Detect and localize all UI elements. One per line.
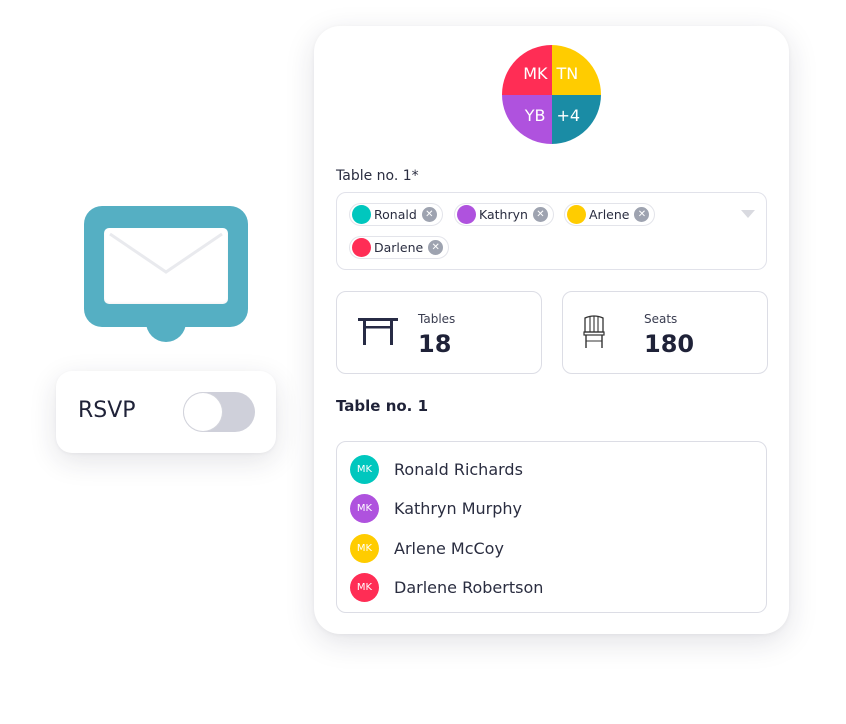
guest-list: MK Ronald Richards MK Kathryn Murphy MK … (336, 441, 767, 613)
chip-color-dot (352, 205, 371, 224)
guest-name: Darlene Robertson (394, 577, 544, 597)
avatar-group[interactable]: MK TN YB +4 (502, 45, 601, 144)
rsvp-label: RSVP (78, 398, 136, 423)
tables-count: 18 (418, 330, 452, 358)
chip-color-dot (352, 238, 371, 257)
guest-list-item[interactable]: MK Darlene Robertson (350, 572, 543, 602)
avatar-segment: YB (502, 94, 552, 144)
guest-chip: Kathryn ✕ (454, 203, 554, 226)
table-select-label: Table no. 1* (336, 168, 419, 184)
guest-chip: Arlene ✕ (564, 203, 656, 226)
rsvp-card: RSVP (56, 371, 276, 453)
seating-card: MK TN YB +4 Table no. 1* Ronald ✕ Kathry… (314, 26, 789, 634)
guest-avatar: MK (350, 454, 379, 484)
remove-chip-icon[interactable]: ✕ (428, 240, 444, 255)
chevron-down-icon[interactable] (741, 210, 755, 218)
chair-icon (583, 315, 605, 348)
guest-chip: Darlene ✕ (349, 236, 450, 259)
guest-list-item[interactable]: MK Arlene McCoy (350, 533, 504, 563)
seats-count: 180 (644, 330, 695, 358)
remove-chip-icon[interactable]: ✕ (634, 207, 650, 222)
tables-stat-card: Tables 18 (336, 291, 542, 374)
guest-list-title: Table no. 1 (336, 397, 429, 415)
guest-name: Ronald Richards (394, 459, 523, 479)
guest-avatar: MK (350, 493, 379, 523)
guest-avatar: MK (350, 533, 379, 563)
remove-chip-icon[interactable]: ✕ (421, 207, 437, 222)
seats-label: Seats (644, 312, 678, 326)
mail-badge (84, 206, 248, 342)
guest-multiselect[interactable]: Ronald ✕ Kathryn ✕ Arlene ✕ Darlene ✕ (336, 192, 767, 270)
avatar-more-count: +4 (551, 94, 601, 144)
chip-name: Darlene (374, 240, 424, 255)
table-icon (358, 318, 398, 345)
tables-label: Tables (418, 312, 456, 326)
chip-name: Kathryn (479, 207, 528, 222)
rsvp-toggle[interactable] (183, 392, 255, 432)
seats-stat-card: Seats 180 (562, 291, 768, 374)
guest-list-item[interactable]: MK Ronald Richards (350, 454, 523, 484)
guest-list-item[interactable]: MK Kathryn Murphy (350, 493, 522, 523)
avatar-segment: TN (551, 45, 601, 95)
toggle-knob[interactable] (184, 393, 222, 431)
chip-name: Arlene (589, 207, 630, 222)
avatar-segment: MK (502, 45, 552, 95)
mail-bubble-tail (146, 314, 186, 342)
envelope-icon (104, 228, 228, 304)
guest-name: Arlene McCoy (394, 538, 504, 558)
guest-chip: Ronald ✕ (349, 203, 443, 226)
chip-color-dot (457, 205, 476, 224)
guest-avatar: MK (350, 572, 379, 602)
chip-color-dot (567, 205, 586, 224)
chip-name: Ronald (374, 207, 417, 222)
remove-chip-icon[interactable]: ✕ (532, 207, 548, 222)
guest-name: Kathryn Murphy (394, 498, 522, 518)
